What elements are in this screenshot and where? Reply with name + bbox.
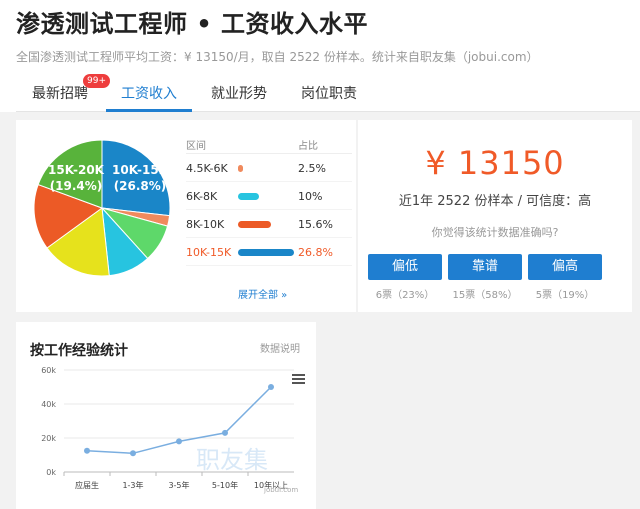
share-value: 10%	[298, 190, 323, 203]
y-tick-label: 0k	[46, 468, 56, 477]
expand-all-link[interactable]: 展开全部 »	[238, 286, 287, 301]
tab-salary[interactable]: 工资收入	[106, 76, 192, 112]
x-tick-label: 3-5年	[168, 480, 189, 490]
col-range-header: 区间	[186, 141, 206, 152]
col-share-header: 占比	[298, 141, 318, 152]
vote-accurate-count: 15票（58%）	[452, 290, 518, 301]
tab-latest-jobs-label: 最新招聘	[32, 86, 88, 102]
pie-label-10k-15k-pct: (26.8%)	[114, 179, 167, 193]
range-label: 8K-10K	[186, 218, 225, 231]
data-point[interactable]	[84, 447, 90, 454]
vote-question: 你觉得该统计数据准确吗?	[431, 226, 559, 239]
tab-employment[interactable]: 就业形势	[196, 76, 282, 112]
vote-high-count: 5票（19%）	[535, 290, 595, 301]
watermark-site: jobui.com	[263, 486, 298, 494]
share-value: 26.8%	[298, 246, 333, 259]
salary-distribution-card: 15K-20K (19.4%) 10K-15K (26.8%) 区间 占比 4.…	[16, 120, 356, 312]
data-point[interactable]	[222, 429, 228, 436]
distribution-row: 6K-8K 10%	[186, 182, 352, 210]
x-tick-label: 1-3年	[122, 480, 143, 490]
share-bar	[238, 249, 294, 256]
pie-slice-10k-15k[interactable]	[101, 139, 171, 217]
y-tick-label: 60k	[41, 366, 56, 375]
salary-pie-chart: 15K-20K (19.4%) 10K-15K (26.8%)	[33, 139, 171, 277]
pie-label-15k-20k: 15K-20K	[48, 163, 105, 177]
experience-line-chart: 0k20k40k60k应届生 1-3年 3-5年 5-10年 10年以上 职友集 job…	[41, 366, 298, 494]
share-value: 15.6%	[298, 218, 333, 231]
share-bar	[238, 221, 271, 228]
vote-low-count: 6票（23%）	[375, 290, 435, 301]
y-tick-label: 20k	[41, 434, 56, 443]
vote-high-button[interactable]: 偏高	[528, 254, 602, 280]
share-value: 2.5%	[298, 162, 326, 175]
share-bar	[238, 193, 259, 200]
watermark-logo: 职友集	[196, 446, 268, 474]
range-label: 6K-8K	[186, 190, 218, 203]
average-salary: ¥ 13150	[425, 144, 565, 182]
pie-label-15k-20k-pct: (19.4%)	[50, 179, 103, 193]
distribution-header: 区间 占比	[186, 132, 352, 154]
sample-info: 近1年 2522 份样本 / 可信度：高	[398, 194, 592, 209]
salary-summary-card: ¥ 13150 近1年 2522 份样本 / 可信度：高 你觉得该统计数据准确吗…	[358, 120, 632, 312]
range-label: 10K-15K	[186, 246, 232, 259]
x-tick-label: 5-10年	[212, 480, 238, 490]
pie-label-10k-15k: 10K-15K	[112, 163, 169, 177]
experience-card: 按工作经验统计 数据说明 0k 20k 40k 60k 应届生 1-3年 3-5年 5-10年…	[16, 322, 316, 509]
data-point[interactable]	[268, 384, 274, 390]
distribution-table: 区间 占比 4.5K-6K 2.5% 6K-8K 10% 8K-10K 15.6…	[186, 132, 352, 266]
distribution-row: 4.5K-6K 2.5%	[186, 154, 352, 182]
x-tick-label: 应届生	[75, 480, 99, 490]
data-point[interactable]	[176, 438, 182, 445]
y-tick-label: 40k	[41, 400, 56, 409]
distribution-row: 8K-10K 15.6%	[186, 210, 352, 238]
range-label: 4.5K-6K	[186, 162, 228, 175]
tab-latest-jobs[interactable]: 最新招聘 99+	[16, 74, 110, 112]
share-bar	[238, 165, 244, 172]
data-point[interactable]	[130, 450, 136, 457]
distribution-row: 10K-15K 26.8%	[186, 238, 352, 266]
tab-duties[interactable]: 岗位职责	[286, 76, 372, 112]
vote-low-button[interactable]: 偏低	[368, 254, 442, 280]
tab-bar: 最新招聘 99+ 工资收入 就业形势 岗位职责	[16, 74, 640, 112]
page-title: 渗透测试工程师 • 工资收入水平	[16, 10, 369, 38]
page-subtitle: 全国渗透测试工程师平均工资：¥ 13150/月，取自 2522 份样本。统计来自…	[16, 50, 539, 64]
vote-accurate-button[interactable]: 靠谱	[448, 254, 522, 280]
